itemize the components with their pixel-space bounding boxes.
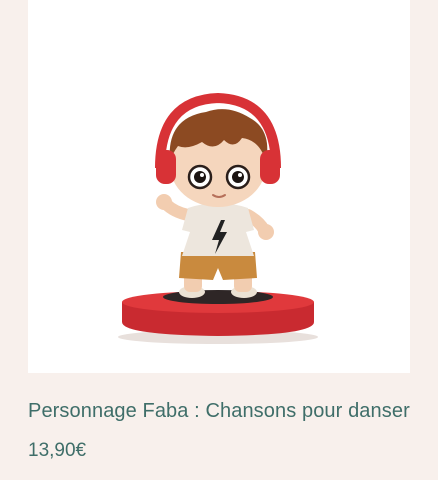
left-earcup xyxy=(156,150,176,184)
right-earcup xyxy=(260,150,280,184)
shorts xyxy=(179,252,257,280)
product-title[interactable]: Personnage Faba : Chansons pour danser xyxy=(28,400,428,423)
product-card[interactable]: Personnage Faba : Chansons pour danser 1… xyxy=(0,0,438,480)
product-image[interactable] xyxy=(28,0,410,373)
left-hand xyxy=(156,194,172,210)
figurine-illustration xyxy=(118,92,318,344)
product-price: 13,90€ xyxy=(28,440,87,461)
right-hand xyxy=(258,224,274,240)
